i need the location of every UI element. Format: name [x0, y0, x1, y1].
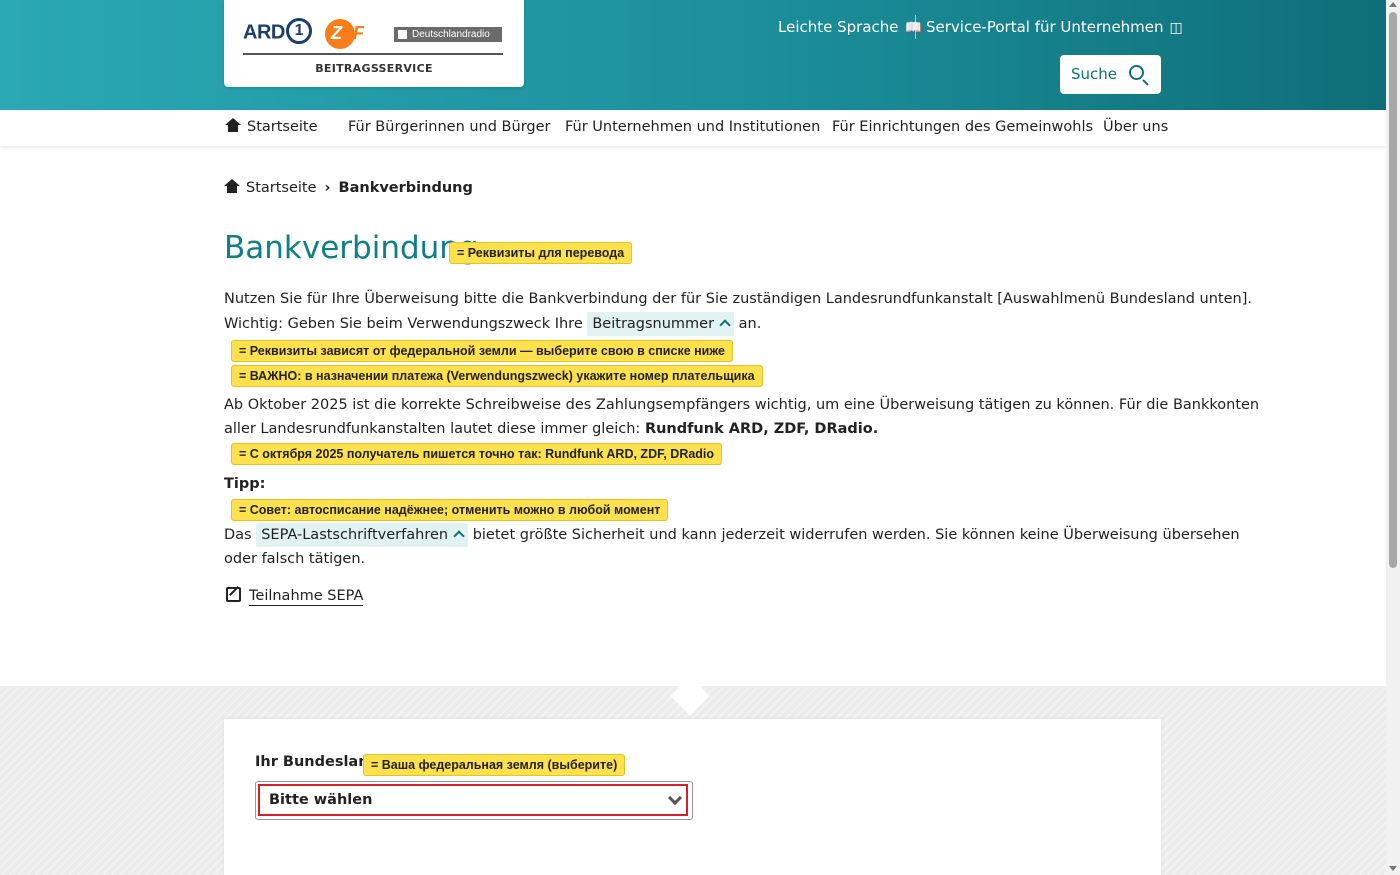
bundesland-select-wrapper: Bitte wählen: [255, 781, 693, 820]
scroll-down-arrow-icon[interactable]: [1389, 866, 1397, 871]
edit-icon: [226, 586, 241, 602]
logo-block[interactable]: ARD 1 ZDF Deutschlandradio BEITRAGSSERVIC…: [224, 0, 524, 87]
payee-name: Rundfunk ARD, ZDF, DRadio.: [644, 421, 879, 437]
bank-selector-card: Ihr Bundesland = Ваша федеральная земля …: [224, 719, 1161, 875]
beitragsnummer-toggle[interactable]: Beitragsnummer: [587, 312, 735, 336]
chip-label: Beitragsnummer: [592, 316, 715, 332]
annotation-4: = Совет: автосписание надёжнее; отменить…: [231, 499, 669, 521]
sepa-link-label: Teilnahme SEPA: [249, 588, 364, 606]
zdf-logo-z: Z: [331, 23, 342, 43]
scroll-up-arrow-icon[interactable]: [1389, 2, 1397, 7]
annotation-1: = Реквизиты зависят от федеральной земли…: [231, 340, 734, 362]
door-icon: ◫: [1169, 20, 1183, 36]
annotation-2: = ВАЖНО: в назначении платежа (Verwendun…: [231, 365, 763, 387]
paragraph-3-line-2: oder falsch tätigen.: [224, 551, 366, 567]
ard-logo-circle: 1: [285, 18, 312, 44]
home-icon: [225, 118, 241, 132]
nav-item-label: Startseite: [247, 119, 318, 135]
ard-logo-text: ARD: [243, 21, 285, 44]
chevron-down-icon: [667, 790, 683, 806]
home-icon: [224, 179, 240, 193]
chevron-up-icon: [719, 319, 731, 331]
sepa-toggle[interactable]: SEPA-Lastschriftverfahren: [256, 523, 469, 547]
sepa-link[interactable]: Teilnahme SEPA: [226, 586, 364, 606]
annotation-5: = Ваша федеральная земля (выберите): [363, 754, 626, 776]
page-title: Bankverbindung: [224, 230, 479, 266]
site-header: ARD 1 ZDF Deutschlandradio BEITRAGSSERVIC…: [0, 0, 1386, 110]
chip-label: SEPA-Lastschriftverfahren: [261, 527, 449, 543]
nav-item-buerger[interactable]: Für Bürgerinnen und Bürger: [348, 119, 551, 135]
beitragsservice-label: BEITRAGSSERVICE: [315, 62, 433, 75]
chevron-right-icon: ›: [324, 180, 331, 196]
select-value: Bitte wählen: [269, 792, 373, 808]
paragraph-1-line-1: Nutzen Sie für Ihre Überweisung bitte di…: [224, 291, 1252, 307]
main-nav: Startseite Für Bürgerinnen und Bürger Fü…: [0, 110, 1386, 146]
book-icon: 📖: [904, 20, 922, 36]
paragraph-1-line-2: Wichtig: Geben Sie beim Verwendungszweck…: [224, 312, 761, 336]
paragraph-3-line-1: Das SEPA-Lastschriftverfahren bietet grö…: [224, 523, 1240, 547]
annotation-3: = С октября 2025 получатель пишется точн…: [231, 443, 723, 465]
nav-item-gemeinwohl[interactable]: Für Einrichtungen des Gemeinwohls: [832, 119, 1093, 135]
paragraph-text: an.: [738, 316, 762, 332]
breadcrumb-home-label: Startseite: [246, 180, 317, 196]
service-portal-link[interactable]: Service-Portal für Unternehmen ◫: [926, 18, 1183, 36]
paragraph-2-line-1: Ab Oktober 2025 ist die korrekte Schreib…: [224, 397, 1260, 413]
breadcrumb: Startseite › Bankverbindung: [224, 179, 473, 196]
paragraph-2-line-2: aller Landesrundfunkanstalten lautet die…: [224, 417, 878, 441]
ard-logo: ARD 1: [243, 18, 312, 46]
header-divider: [915, 15, 916, 39]
scrollbar[interactable]: [1386, 0, 1400, 875]
zdf-logo-text: ZDF: [331, 23, 364, 44]
search-icon: [1129, 65, 1144, 80]
logo-divider: [243, 53, 503, 55]
nav-item-unternehmen[interactable]: Für Unternehmen und Institutionen: [565, 119, 820, 135]
scrollbar-thumb[interactable]: [1389, 12, 1397, 568]
easy-language-label: Leichte Sprache: [778, 18, 899, 36]
breadcrumb-home[interactable]: Startseite: [224, 179, 317, 196]
bundesland-select[interactable]: Bitte wählen: [258, 784, 688, 816]
tip-label: Tipp:: [224, 476, 266, 492]
search-label: Suche: [1071, 65, 1118, 83]
search-button[interactable]: Suche: [1060, 55, 1161, 94]
service-portal-label: Service-Portal für Unternehmen: [926, 18, 1164, 36]
nav-item-ueber-uns[interactable]: Über uns: [1103, 119, 1168, 135]
paragraph-text: bietet größte Sicherheit und kann jederz…: [472, 527, 1240, 543]
chevron-up-icon: [453, 530, 465, 542]
paragraph-text: aller Landesrundfunkanstalten lautet die…: [224, 421, 641, 437]
deutschlandradio-logo: Deutschlandradio: [394, 27, 502, 42]
easy-language-link[interactable]: Leichte Sprache 📖: [778, 18, 922, 36]
nav-item-startseite[interactable]: Startseite: [225, 118, 318, 135]
zdf-logo-rest: DF: [341, 23, 364, 43]
breadcrumb-current: Bankverbindung: [338, 180, 473, 196]
paragraph-text: Das: [224, 527, 252, 543]
paragraph-text: Wichtig: Geben Sie beim Verwendungszweck…: [224, 316, 583, 332]
annotation-title: = Реквизиты для перевода: [449, 242, 633, 264]
bundesland-label: Ihr Bundesland: [255, 754, 379, 770]
zdf-logo: ZDF: [325, 19, 377, 49]
